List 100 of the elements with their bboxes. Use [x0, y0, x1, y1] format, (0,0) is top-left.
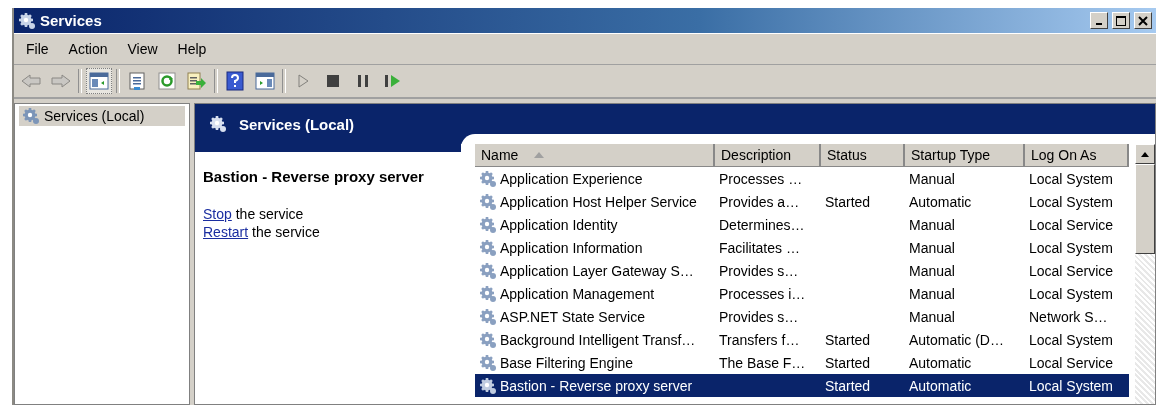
action-link[interactable]: Stop	[203, 206, 232, 222]
service-gear-icon	[479, 215, 497, 234]
column-header[interactable]: Name	[475, 144, 715, 167]
logon-cell-text: Local Service	[1028, 216, 1115, 233]
service-gear-icon	[479, 261, 497, 280]
scroll-thumb[interactable]	[1135, 164, 1155, 254]
menu-item[interactable]: View	[119, 39, 166, 59]
action-link[interactable]: Restart	[203, 224, 249, 240]
status-cell-text: Started	[824, 377, 872, 394]
description-cell-text: Provides a…	[718, 193, 801, 210]
tree-item[interactable]: Services (Local)	[19, 106, 185, 126]
properties-icon	[128, 72, 146, 90]
forward-icon	[51, 73, 71, 89]
logon-cell-text: Local System	[1028, 285, 1115, 302]
column-header[interactable]: Log On As	[1025, 144, 1129, 167]
name-cell: Application Host Helper Service	[475, 192, 715, 211]
service-gear-icon	[479, 169, 497, 188]
logon-cell-text: Local Service	[1028, 262, 1115, 279]
export-icon	[187, 72, 207, 90]
name-cell: Background Intelligent Transf…	[475, 330, 715, 349]
startup-cell-text: Manual	[908, 308, 956, 325]
tree-toolbar-button[interactable]	[86, 68, 112, 94]
close-icon	[1138, 15, 1148, 26]
help-icon	[226, 71, 244, 91]
minimize-icon	[1096, 22, 1102, 25]
logon-cell-text: Local System	[1028, 331, 1115, 348]
table-row[interactable]: Application Layer Gateway S… Provides s… Manual Local Service	[475, 259, 1129, 282]
service-gear-icon	[479, 238, 497, 257]
menu-item[interactable]: File	[18, 39, 57, 59]
table-row[interactable]: Bastion - Reverse proxy server Started Automatic Local System	[475, 374, 1129, 397]
action-text: Restart the service	[203, 223, 321, 241]
menu-item[interactable]: Action	[60, 39, 116, 59]
window-title: Services	[40, 12, 103, 29]
stop-icon	[326, 74, 340, 88]
table-row[interactable]: Application Information Facilitates … Manual Local System	[475, 236, 1129, 259]
refresh-icon	[158, 72, 176, 90]
description-cell-text: Determines…	[718, 216, 806, 233]
startup-cell-text: Automatic	[908, 377, 973, 394]
column-header[interactable]: Status	[821, 144, 905, 167]
name-cell: Application Information	[475, 238, 715, 257]
service-gear-icon	[479, 353, 497, 372]
startup-cell-text: Manual	[908, 170, 956, 187]
logon-cell-text: Local Service	[1028, 354, 1115, 371]
scrollbar[interactable]	[1135, 144, 1155, 404]
close-button[interactable]	[1134, 12, 1152, 29]
back-icon	[21, 73, 41, 89]
table-row[interactable]: Application Management Processes i… Manual Local System	[475, 282, 1129, 305]
header-gear-icon	[209, 115, 227, 133]
service-gear-icon	[479, 376, 497, 395]
resume-icon	[384, 73, 402, 89]
logon-cell-text: Local System	[1028, 377, 1115, 394]
table-row[interactable]: Background Intelligent Transf… Transfers f… Started Automatic (D… Local System	[475, 328, 1129, 351]
name-cell: Application Management	[475, 284, 715, 303]
pause-icon	[356, 74, 370, 88]
startup-cell-text: Manual	[908, 285, 956, 302]
logon-cell-text: Local System	[1028, 239, 1115, 256]
table-row[interactable]: Base Filtering Engine The Base F… Started Automatic Local Service	[475, 351, 1129, 374]
column-header[interactable]: Description	[715, 144, 821, 167]
table-row[interactable]: Application Experience Processes … Manual Local System	[475, 167, 1129, 190]
description-cell-text: Processes i…	[718, 285, 807, 302]
play-icon	[296, 73, 310, 89]
name-cell: Bastion - Reverse proxy server	[475, 376, 715, 395]
minimize-button[interactable]	[1090, 12, 1108, 29]
up-arrow-icon	[1141, 151, 1149, 157]
name-cell: Base Filtering Engine	[475, 353, 715, 372]
name-cell: Application Identity	[475, 215, 715, 234]
maximize-icon	[1116, 15, 1126, 26]
service-gear-icon	[479, 284, 497, 303]
actionpane-icon	[255, 72, 275, 90]
logon-cell-text: Network S…	[1028, 308, 1109, 325]
logon-cell-text: Local System	[1028, 193, 1115, 210]
gear-icon	[22, 107, 40, 125]
tree-icon	[89, 72, 109, 90]
app-gear-icon	[18, 11, 36, 30]
table-row[interactable]: ASP.NET State Service Provides s… Manual Network S…	[475, 305, 1129, 328]
description-cell-text: Transfers f…	[718, 331, 801, 348]
name-cell: Application Layer Gateway S…	[475, 261, 715, 280]
table-row[interactable]: Application Host Helper Service Provides a… Started Automatic Local System	[475, 190, 1129, 213]
scroll-up-button[interactable]	[1135, 144, 1155, 164]
sort-arrow-icon	[534, 152, 545, 158]
pane-title: Services (Local)	[239, 115, 355, 133]
description-cell-text: Provides s…	[718, 308, 800, 325]
description-cell-text: Facilitates …	[718, 239, 801, 256]
maximize-button[interactable]	[1112, 12, 1130, 29]
service-gear-icon	[479, 330, 497, 349]
status-cell-text: Started	[824, 354, 872, 371]
status-cell-text: Started	[824, 193, 872, 210]
table-row[interactable]: Application Identity Determines… Manual Local Service	[475, 213, 1129, 236]
description-cell-text: Provides s…	[718, 262, 800, 279]
logon-cell-text: Local System	[1028, 170, 1115, 187]
status-cell-text: Started	[824, 331, 872, 348]
action-text: Stop the service	[203, 205, 305, 223]
description-cell-text: Processes …	[718, 170, 804, 187]
startup-cell-text: Automatic	[908, 193, 973, 210]
menu-item[interactable]: Help	[169, 39, 215, 59]
name-cell: ASP.NET State Service	[475, 307, 715, 326]
service-gear-icon	[479, 192, 497, 211]
startup-cell-text: Manual	[908, 262, 956, 279]
column-header[interactable]: Startup Type	[905, 144, 1025, 167]
startup-cell-text: Manual	[908, 216, 956, 233]
